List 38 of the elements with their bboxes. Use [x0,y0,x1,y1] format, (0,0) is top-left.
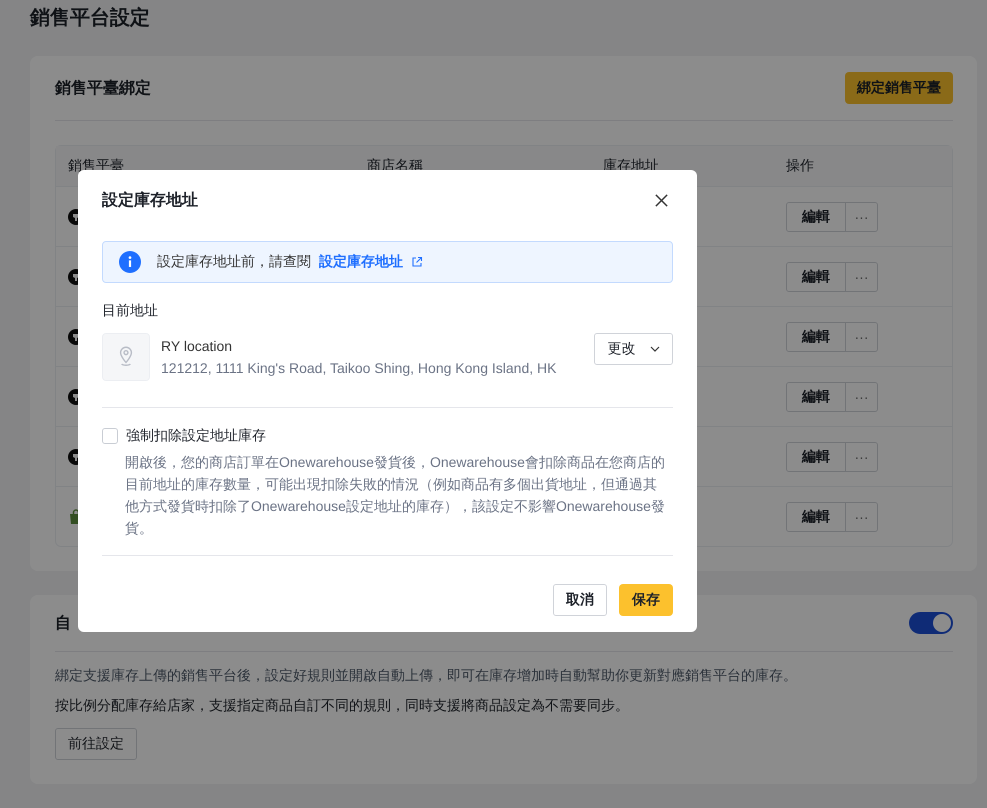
description-text: 綁定支援庫存上傳的銷售平台後，設定好規則並開啟自動上傳，即可在庫存增加時自動幫助你更新對應銷售平台的庫存。 [55,666,798,684]
caret-icon [650,346,660,352]
description-text: 按比例分配庫存給店家，支援指定商品自訂不同的規則，同時支援將商品設定為不需要同步。 [55,696,630,714]
column-header: 操作 [786,157,814,175]
help-link[interactable]: 設定庫存地址 [319,253,403,271]
section-title: 自 [55,614,71,634]
page-title: 銷售平台設定 [30,6,151,31]
checkbox-description: 開啟後，您的商店訂單在Onewarehouse發貨後，Onewarehouse會扣除商品在您商店的目前地址的庫存數量，可能出現扣除失敗的情況（例如商品有多個出貨地址，但通過其他方式發貨時扣除了Onewarehouse設定地址的庫存），該設定不影響Onewarehouse發貨。 [125,453,666,538]
close-icon[interactable] [654,192,669,208]
edit-button[interactable]: 編輯 [786,322,846,352]
more-button[interactable]: ··· [846,442,878,472]
field-label: 目前地址 [102,302,159,320]
location-icon [102,333,150,381]
edit-button[interactable]: 編輯 [786,262,846,292]
checkbox[interactable] [102,428,118,444]
more-button[interactable]: ··· [846,502,878,532]
more-button[interactable]: ··· [846,262,878,292]
cancel-button[interactable]: 取消 [553,584,607,616]
more-button[interactable]: ··· [846,202,878,232]
more-button[interactable]: ··· [846,322,878,352]
checkbox-label: 強制扣除設定地址庫存 [126,427,266,445]
edit-button[interactable]: 編輯 [786,442,846,472]
more-button[interactable]: ··· [846,382,878,412]
edit-button[interactable]: 編輯 [786,502,846,532]
change-dropdown[interactable]: 更改 [594,333,673,365]
edit-button[interactable]: 編輯 [786,202,846,232]
external-link-icon[interactable] [411,256,423,268]
notice-text: 設定庫存地址前，請查閱 [157,253,311,271]
info-icon [119,251,141,273]
go-settings-button[interactable]: 前往設定 [55,728,137,760]
save-button[interactable]: 保存 [619,584,673,616]
bind-platform-button[interactable]: 綁定銷售平臺 [845,72,953,104]
location-name: RY location [161,338,234,354]
toggle-switch[interactable] [909,612,953,634]
section-title: 銷售平臺綁定 [55,78,151,98]
dialog-title: 設定庫存地址 [102,190,198,210]
edit-button[interactable]: 編輯 [786,382,846,412]
address-text: 121212, 1111 King's Road, Taikoo Shing, Hong Kong Island, HK [161,360,558,376]
